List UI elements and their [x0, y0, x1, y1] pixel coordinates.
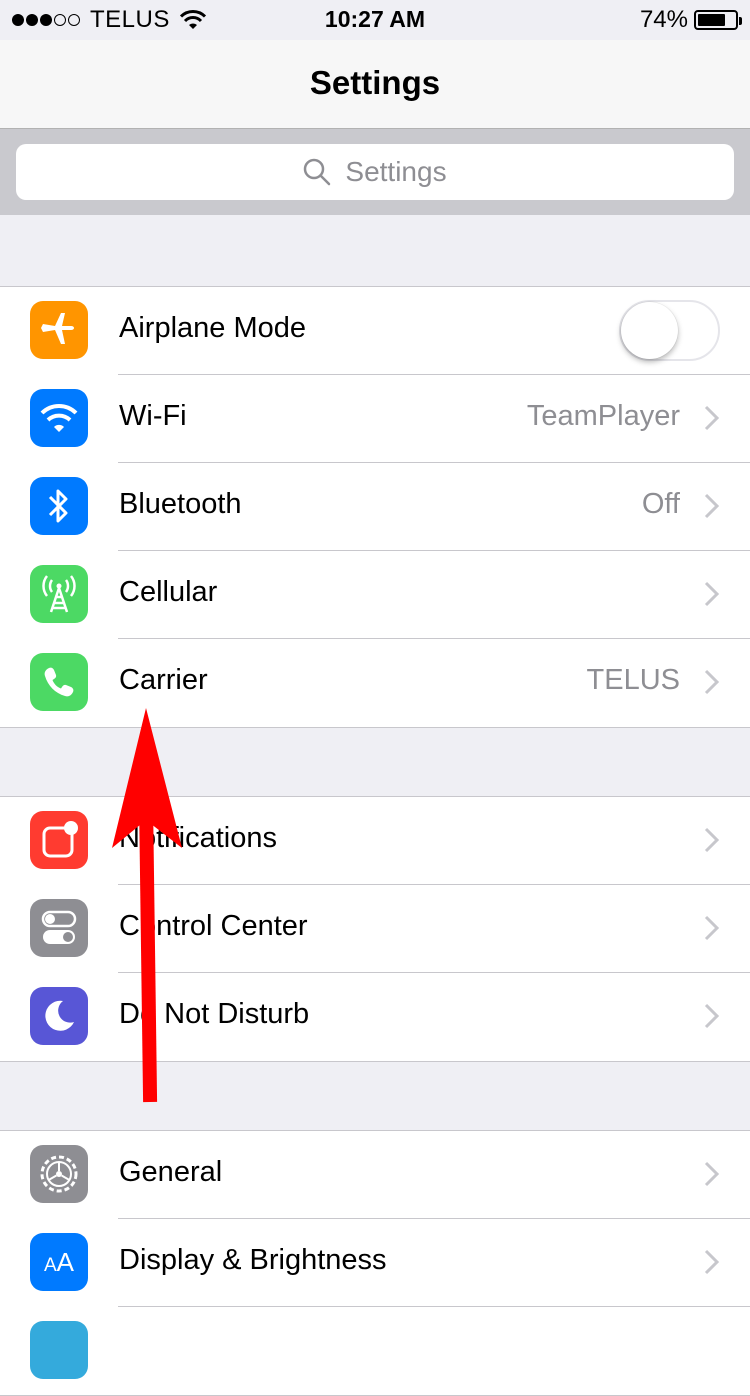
row-bluetooth[interactable]: Bluetooth Off [0, 463, 750, 551]
row-label: Display & Brightness [119, 1244, 387, 1276]
chevron-right-icon [704, 669, 720, 695]
airplane-mode-toggle[interactable] [619, 300, 720, 361]
row-label: Carrier [119, 664, 208, 696]
row-general[interactable]: General [0, 1131, 750, 1219]
settings-group-connectivity: Airplane Mode Wi-Fi TeamPlayer Bluetooth… [0, 286, 750, 728]
chevron-right-icon [704, 1161, 720, 1187]
wifi-icon [30, 389, 88, 447]
moon-icon [30, 987, 88, 1045]
row-label: Control Center [119, 910, 308, 942]
bluetooth-icon [30, 477, 88, 535]
search-placeholder: Settings [345, 156, 447, 187]
chevron-right-icon [704, 581, 720, 607]
row-carrier[interactable]: Carrier TELUS [0, 639, 750, 727]
search-bar-area: Settings [0, 129, 750, 215]
chevron-right-icon [704, 1003, 720, 1029]
toggle-knob [621, 302, 678, 359]
airplane-icon [30, 301, 88, 359]
status-bar: TELUS 10:27 AM 74% [0, 0, 750, 40]
page-title: Settings [309, 64, 441, 101]
wifi-network-value: TeamPlayer [526, 400, 680, 432]
navigation-bar: Settings [0, 40, 750, 129]
notifications-icon [30, 811, 88, 869]
row-airplane-mode[interactable]: Airplane Mode [0, 287, 750, 375]
row-display-brightness[interactable]: AA Display & Brightness [0, 1219, 750, 1307]
status-time: 10:27 AM [324, 6, 426, 32]
text-size-icon: AA [30, 1233, 88, 1291]
row-notifications[interactable]: Notifications [0, 797, 750, 885]
cellular-antenna-icon [30, 565, 88, 623]
settings-group-general: General AA Display & Brightness [0, 1130, 750, 1396]
chevron-right-icon [704, 405, 720, 431]
chevron-right-icon [704, 1249, 720, 1275]
gear-icon [30, 1145, 88, 1203]
text-size-glyph: AA [43, 1246, 75, 1277]
battery-percentage: 74% [639, 6, 688, 33]
row-label: Wi-Fi [119, 400, 187, 432]
phone-icon [30, 653, 88, 711]
control-center-icon [30, 899, 88, 957]
status-right: 74% [639, 6, 742, 34]
row-label: Airplane Mode [119, 312, 306, 344]
search-input[interactable]: Settings [16, 144, 734, 200]
bluetooth-value: Off [641, 488, 680, 520]
row-do-not-disturb[interactable]: Do Not Disturb [0, 973, 750, 1061]
row-label: General [119, 1156, 223, 1188]
search-icon [304, 158, 331, 186]
settings-group-notifications: Notifications Control Center Do Not Dist… [0, 796, 750, 1062]
row-wallpaper[interactable] [0, 1307, 750, 1395]
row-cellular[interactable]: Cellular [0, 551, 750, 639]
row-label: Notifications [119, 822, 277, 854]
battery-icon [694, 10, 742, 30]
row-label: Do Not Disturb [119, 998, 310, 1030]
row-label: Cellular [119, 576, 218, 608]
row-wifi[interactable]: Wi-Fi TeamPlayer [0, 375, 750, 463]
carrier-value: TELUS [586, 664, 680, 696]
chevron-right-icon [704, 827, 720, 853]
wallpaper-icon [30, 1321, 88, 1379]
row-label: Bluetooth [119, 488, 242, 520]
row-control-center[interactable]: Control Center [0, 885, 750, 973]
chevron-right-icon [704, 915, 720, 941]
chevron-right-icon [704, 493, 720, 519]
